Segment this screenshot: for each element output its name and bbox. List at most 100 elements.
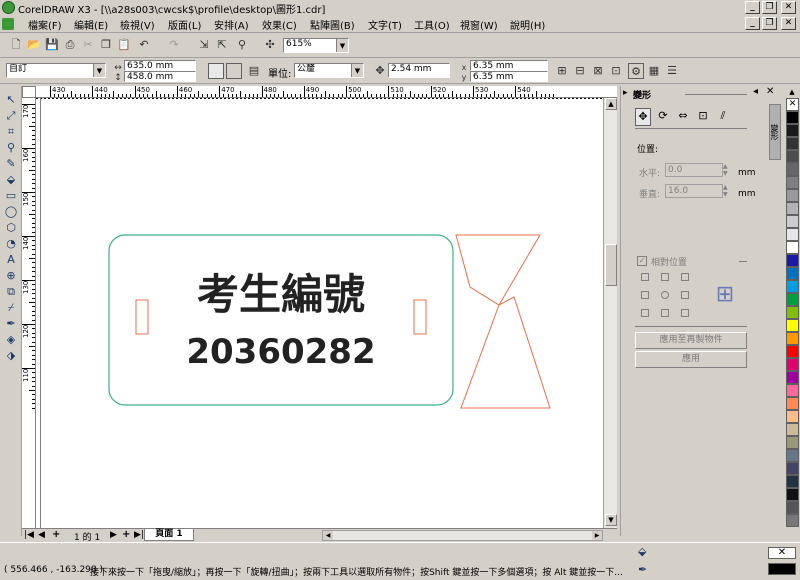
portrait-icon[interactable] xyxy=(208,63,224,79)
ellipse-tool-icon[interactable]: ◯ xyxy=(3,204,19,220)
palette-swatch[interactable] xyxy=(786,397,799,410)
scroll-left-icon[interactable]: ◀ xyxy=(323,531,333,540)
rectangle-tool-icon[interactable]: ▭ xyxy=(3,188,19,204)
nudge-field[interactable]: 2.54 mm xyxy=(388,63,450,78)
palette-swatch[interactable] xyxy=(786,358,799,371)
apply-to-duplicate-button[interactable]: 應用至再製物件 xyxy=(635,332,747,349)
palette-swatch[interactable] xyxy=(786,475,799,488)
palette-swatch[interactable] xyxy=(786,228,799,241)
menu-edit[interactable]: 編輯(E) xyxy=(74,17,108,32)
drawing-canvas[interactable]: 考生編號 20360282 xyxy=(36,98,603,528)
relative-position-checkbox[interactable]: ✓ xyxy=(637,256,647,266)
menu-help[interactable]: 說明(H) xyxy=(510,17,545,32)
position-tab-icon[interactable]: ✥ xyxy=(635,108,651,126)
zoom-level-field[interactable]: 615% ▼ xyxy=(283,38,349,53)
page-layout-icon[interactable]: ▤ xyxy=(246,63,262,79)
menu-file[interactable]: 檔案(F) xyxy=(28,17,62,32)
anchor-bottom-left[interactable] xyxy=(641,309,649,317)
palette-swatch[interactable] xyxy=(786,462,799,475)
palette-swatch[interactable] xyxy=(786,345,799,358)
ruler-corner[interactable] xyxy=(22,86,36,98)
palette-swatch[interactable] xyxy=(786,241,799,254)
menu-bitmaps[interactable]: 點陣圖(B) xyxy=(310,17,355,32)
anchor-bottom-center[interactable] xyxy=(661,309,669,317)
menu-arrange[interactable]: 安排(A) xyxy=(214,17,249,32)
doc-close-button[interactable]: ✕ xyxy=(781,17,796,30)
fill-none-swatch[interactable]: ✕ xyxy=(768,547,796,559)
menu-window[interactable]: 視窗(W) xyxy=(460,17,498,32)
zoom-tool-icon[interactable]: ⚲ xyxy=(3,140,19,156)
upper-clip-shape[interactable] xyxy=(455,234,541,306)
docker-close-icon[interactable]: ✕ xyxy=(766,86,774,97)
snap-icon[interactable]: ⊟ xyxy=(572,63,588,79)
palette-swatch[interactable] xyxy=(786,423,799,436)
restore-button[interactable]: ❐ xyxy=(762,1,777,14)
add-page-before-icon[interactable]: + xyxy=(52,529,60,540)
menu-layout[interactable]: 版面(L) xyxy=(168,17,201,32)
interactive-fill-tool-icon[interactable]: ⬗ xyxy=(3,348,19,364)
last-page-icon[interactable]: ▶| xyxy=(134,530,144,540)
palette-swatch[interactable] xyxy=(786,267,799,280)
palette-swatch[interactable] xyxy=(786,501,799,514)
pick-tool-icon[interactable]: ↖ xyxy=(3,92,19,108)
close-button[interactable]: ✕ xyxy=(781,1,796,14)
scroll-down-icon[interactable]: ▼ xyxy=(605,514,617,526)
crop-tool-icon[interactable]: ⌗ xyxy=(3,124,19,140)
lower-clip-shape[interactable] xyxy=(460,296,551,409)
size-tab-icon[interactable]: ⊡ xyxy=(695,108,711,126)
outline-tool-icon[interactable]: ✒ xyxy=(3,316,19,332)
smart-fill-tool-icon[interactable]: ⬙ xyxy=(3,172,19,188)
palette-swatch[interactable] xyxy=(786,202,799,215)
copy-icon[interactable]: ❐ xyxy=(98,37,114,53)
vertical-scrollbar[interactable]: ▲ ▼ xyxy=(603,98,617,528)
anchor-center[interactable] xyxy=(661,291,669,299)
doc-minimize-button[interactable]: _ xyxy=(745,17,760,30)
palette-swatch[interactable] xyxy=(786,436,799,449)
anchor-middle-left[interactable] xyxy=(641,291,649,299)
chevron-down-icon[interactable]: ▼ xyxy=(351,64,363,77)
palette-swatch[interactable] xyxy=(786,384,799,397)
vertical-field[interactable]: 16.0 xyxy=(665,184,723,198)
more-icon[interactable]: ☰ xyxy=(664,63,680,79)
palette-swatch[interactable] xyxy=(786,163,799,176)
palette-swatch[interactable] xyxy=(786,280,799,293)
palette-swatch[interactable] xyxy=(786,176,799,189)
duplicate-y-field[interactable]: 6.35 mm xyxy=(470,71,548,82)
doc-restore-button[interactable]: ❐ xyxy=(762,17,777,30)
save-icon[interactable]: 💾 xyxy=(44,37,60,53)
paste-icon[interactable]: 📋 xyxy=(116,37,132,53)
chevron-down-icon[interactable]: ▼ xyxy=(336,39,348,52)
page-tab[interactable]: 頁面 1 xyxy=(144,529,194,541)
object-manager-icon[interactable]: ▦ xyxy=(646,63,662,79)
landscape-icon[interactable] xyxy=(226,63,242,79)
scroll-right-icon[interactable]: ▶ xyxy=(592,531,602,540)
new-icon[interactable]: 🗋 xyxy=(8,37,24,53)
palette-swatch[interactable] xyxy=(786,124,799,137)
palette-swatch[interactable] xyxy=(786,514,799,527)
menu-effects[interactable]: 效果(C) xyxy=(262,17,297,32)
shape-tool-icon[interactable]: ⤢ xyxy=(3,108,19,124)
palette-scroll-up-icon[interactable]: ▲ xyxy=(784,86,800,98)
badge-outline[interactable] xyxy=(108,234,454,406)
anchor-top-left[interactable] xyxy=(641,273,649,281)
palette-swatch[interactable] xyxy=(786,150,799,163)
horizontal-scrollbar[interactable]: ◀ ▶ xyxy=(322,530,603,541)
cut-icon[interactable]: ✂ xyxy=(80,37,96,53)
no-color-swatch[interactable]: ✕ xyxy=(786,98,799,111)
show-grid-icon[interactable]: ⊡ xyxy=(608,63,624,79)
chevron-down-icon[interactable]: ▼ xyxy=(93,64,105,77)
options-icon[interactable]: ⚙ xyxy=(628,63,644,79)
anchor-top-center[interactable] xyxy=(661,273,669,281)
right-slot[interactable] xyxy=(413,299,427,335)
palette-swatch[interactable] xyxy=(786,137,799,150)
treat-as-filled-icon[interactable]: ⊞ xyxy=(554,63,570,79)
interactive-blend-tool-icon[interactable]: ⧉ xyxy=(3,284,19,300)
polygon-tool-icon[interactable]: ⬡ xyxy=(3,220,19,236)
menu-view[interactable]: 檢視(V) xyxy=(120,17,155,32)
palette-swatch[interactable] xyxy=(786,410,799,423)
palette-swatch[interactable] xyxy=(786,449,799,462)
scale-tab-icon[interactable]: ⇔ xyxy=(675,108,691,126)
palette-swatch[interactable] xyxy=(786,215,799,228)
palette-swatch[interactable] xyxy=(786,189,799,202)
badge-number-text[interactable]: 20360282 xyxy=(186,332,375,372)
